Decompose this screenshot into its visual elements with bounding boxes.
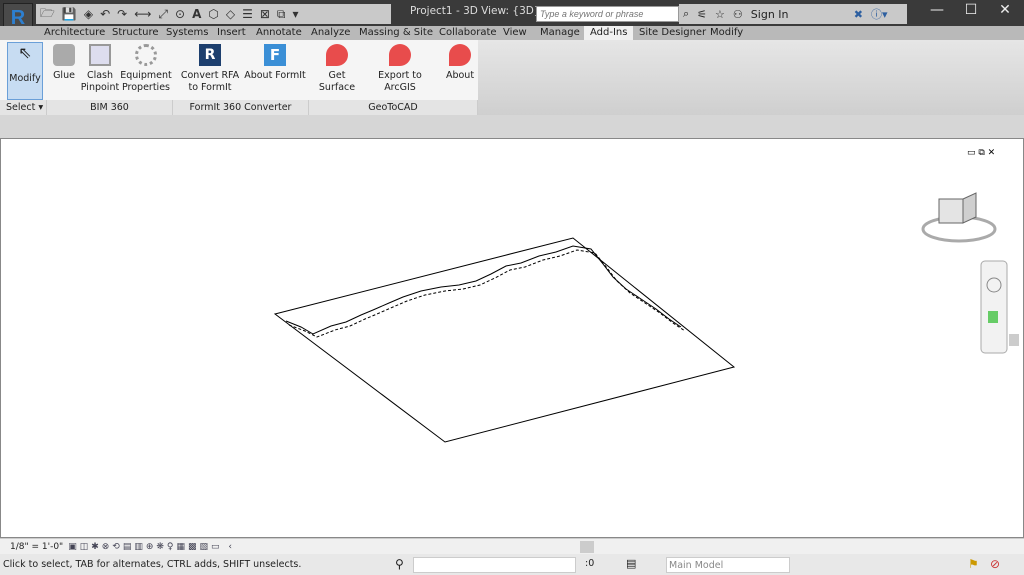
tab-view[interactable]: View — [497, 26, 533, 40]
close-hidden-icon[interactable]: ⊠ — [260, 7, 270, 21]
tab-annotate[interactable]: Annotate — [250, 26, 308, 40]
view-control-bar: 1/8" = 1'-0" ▣◫✱⊗⟲▤▥⊕❋♀▦▩▧▭ ‹ — [0, 538, 1024, 554]
status-bar: Click to select, TAB for alternates, CTR… — [0, 554, 1024, 575]
quick-access-toolbar: 🗁 💾 ◈ ↶ ↷ ⟷ ⤢ ⊙ A ⬡ ◇ ☰ ⊠ ⧉ ▾ — [36, 4, 391, 24]
design-option-dropdown[interactable]: Main Model — [666, 557, 790, 573]
tab-site-designer[interactable]: Site Designer — [633, 26, 712, 40]
save-icon[interactable]: 💾 — [62, 7, 77, 21]
undo-icon[interactable]: ↶ — [100, 7, 110, 21]
glue-label: Glue — [53, 70, 75, 81]
search-input[interactable] — [536, 6, 679, 22]
about-label: About — [445, 70, 475, 81]
scrollbar-thumb — [1009, 334, 1019, 346]
modify-label: Modify — [9, 73, 41, 84]
tab-manage[interactable]: Manage — [534, 26, 586, 40]
filter-clear-icon[interactable]: ⊘ — [990, 557, 1000, 571]
close-button[interactable]: ✕ — [988, 2, 1022, 18]
tab-structure[interactable]: Structure — [106, 26, 165, 40]
ribbon-empty-area — [478, 40, 1024, 115]
tag-icon[interactable]: ⊙ — [175, 7, 185, 21]
help-icon[interactable]: ⓘ▾ — [871, 6, 888, 22]
modify-button[interactable]: ⇖ Modify — [7, 42, 43, 100]
customize-icon[interactable]: ▾ — [293, 7, 299, 21]
scale-selector[interactable]: 1/8" = 1'-0" — [10, 542, 63, 552]
glue-button[interactable]: Glue — [50, 44, 78, 82]
view-cube-icon — [921, 192, 997, 243]
terrain-surface — [273, 237, 736, 443]
equip-label: Equipment Properties — [120, 70, 172, 93]
workset-dropdown[interactable] — [413, 557, 576, 573]
tab-modify[interactable]: Modify — [704, 26, 749, 40]
tab-massing-site[interactable]: Massing & Site — [353, 26, 439, 40]
exchange-icon[interactable]: ✖ — [854, 8, 863, 21]
ribbon-tabs: Architecture Structure Systems Insert Annota… — [0, 26, 1024, 40]
open-icon[interactable]: 🗁 — [40, 4, 55, 25]
worksets-icon[interactable]: ⚲ — [395, 557, 404, 571]
maximize-button[interactable]: ☐ — [954, 2, 988, 18]
map-pin-up-icon — [326, 44, 348, 66]
glue-cubes-icon — [53, 44, 75, 66]
thin-lines-icon[interactable]: ☰ — [242, 7, 253, 21]
view-minimize-icon: ▭ ⧉ ✕ — [967, 148, 995, 158]
clash-icon — [89, 44, 111, 66]
view-controls: ▭ ⧉ ✕ — [967, 148, 995, 158]
cursor-arrow-icon: ⇖ — [18, 43, 32, 62]
view-control-icons[interactable]: ▣◫✱⊗⟲▤▥⊕❋♀▦▩▧▭ ‹ — [68, 542, 235, 552]
convert-rfa-button[interactable]: R Convert RFA to FormIt — [180, 44, 240, 94]
tab-insert[interactable]: Insert — [211, 26, 252, 40]
get-surface-button[interactable]: Get Surface — [310, 44, 364, 94]
status-hint: Click to select, TAB for alternates, CTR… — [3, 559, 302, 570]
infocenter: ⌕ ⚟ ☆ ⚇ Sign In ✖ ⓘ▾ — [679, 4, 907, 24]
measure-icon[interactable]: ⟷ — [134, 7, 151, 21]
window-title: Project1 - 3D View: {3D} — [410, 5, 541, 17]
minimize-button[interactable]: — — [920, 2, 954, 18]
tab-collaborate[interactable]: Collaborate — [433, 26, 503, 40]
tab-analyze[interactable]: Analyze — [305, 26, 356, 40]
geotocad-about-button[interactable]: About — [444, 44, 476, 82]
filter-count[interactable]: :0 — [585, 558, 594, 569]
3d-view-icon[interactable]: ⬡ — [208, 7, 218, 21]
selection-filter-icon[interactable]: ⚑ — [968, 557, 979, 571]
about-formit-button[interactable]: F About FormIt — [244, 44, 306, 82]
navigation-bar — [980, 260, 1008, 354]
clash-label: Clash Pinpoint — [80, 70, 120, 93]
star-icon[interactable]: ☆ — [715, 8, 725, 21]
redo-icon[interactable]: ↷ — [117, 7, 127, 21]
equipment-properties-button[interactable]: Equipment Properties — [120, 44, 172, 94]
fan-icon — [135, 44, 157, 66]
tab-systems[interactable]: Systems — [160, 26, 215, 40]
export-label: Export to ArcGIS — [378, 70, 422, 93]
subscription-icon[interactable]: ⚟ — [697, 8, 707, 21]
dimension-icon[interactable]: ⤢ — [158, 7, 168, 22]
tab-architecture[interactable]: Architecture — [38, 26, 111, 40]
export-arcgis-button[interactable]: Export to ArcGIS — [364, 44, 436, 94]
sync-icon[interactable]: ◈ — [84, 7, 93, 21]
text-icon[interactable]: A — [192, 7, 201, 21]
section-icon[interactable]: ◇ — [226, 7, 235, 21]
panel-label-geotocad: GeoToCAD — [309, 100, 478, 115]
3d-view-canvas[interactable]: ▭ ⧉ ✕ — [0, 138, 1024, 538]
zoom-icon — [988, 311, 998, 323]
about-formit-label: About FormIt — [244, 70, 306, 81]
map-pin-down-icon — [389, 44, 411, 66]
formit-logo-icon: F — [264, 44, 286, 66]
horizontal-scrollbar[interactable] — [580, 540, 594, 553]
user-icon[interactable]: ⚇ — [733, 8, 743, 21]
map-pin-info-icon — [449, 44, 471, 66]
get-surface-label: Get Surface — [318, 70, 356, 93]
panel-label-formit: FormIt 360 Converter — [173, 100, 309, 115]
tab-add-ins[interactable]: Add-Ins — [584, 26, 634, 40]
panel-label-bim360: BIM 360 — [47, 100, 173, 115]
clash-pinpoint-button[interactable]: Clash Pinpoint — [80, 44, 120, 94]
select-panel-dropdown[interactable]: Select ▾ — [0, 100, 47, 115]
design-options-icon[interactable]: ▤ — [626, 557, 636, 570]
sign-in-button[interactable]: Sign In — [751, 8, 846, 21]
switch-windows-icon[interactable]: ⧉ — [277, 7, 286, 22]
rfa-file-icon: R — [199, 44, 221, 66]
convert-label: Convert RFA to FormIt — [180, 70, 240, 93]
binoculars-icon[interactable]: ⌕ — [683, 7, 689, 21]
